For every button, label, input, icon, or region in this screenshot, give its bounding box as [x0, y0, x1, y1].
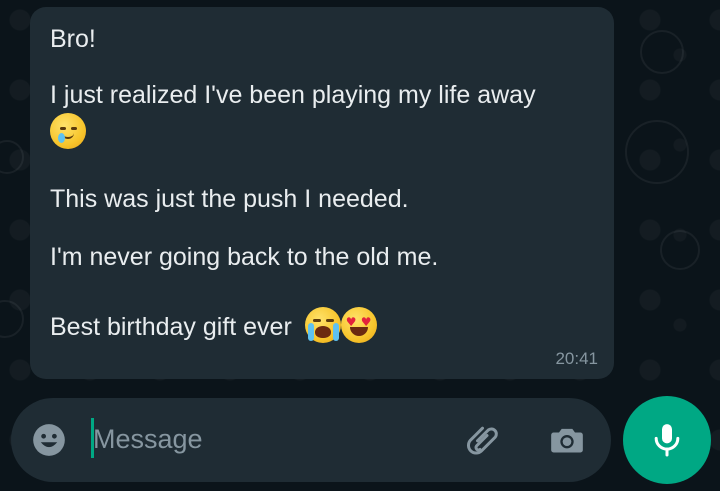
wallpaper-doodle — [0, 140, 24, 174]
smiling-face-with-heart-eyes-icon: ♥ ♥ — [340, 307, 377, 343]
message-line-with-emojis: Best birthday gift ever ♥ ♥ — [50, 307, 594, 345]
wallpaper-doodle — [625, 120, 689, 184]
message-line: I just realized I've been playing my lif… — [50, 81, 536, 109]
message-line: Bro! — [50, 25, 96, 53]
smiley-icon — [33, 424, 65, 456]
message-emoji-row — [50, 113, 594, 153]
camera-button[interactable] — [545, 418, 589, 462]
attach-button[interactable] — [463, 418, 507, 462]
voice-message-button[interactable] — [623, 396, 711, 484]
message-line: I'm never going back to the old me. — [50, 243, 439, 271]
message-text: Best birthday gift ever — [50, 313, 292, 341]
message-line: This was just the push I needed. — [50, 185, 409, 213]
microphone-icon — [654, 424, 680, 457]
wallpaper-doodle — [0, 300, 24, 338]
wallpaper-doodle — [660, 230, 700, 270]
camera-icon — [551, 428, 583, 453]
message-input[interactable] — [93, 416, 453, 462]
message-timestamp: 20:41 — [555, 349, 598, 368]
loudly-crying-face-icon — [304, 307, 341, 343]
message-composer — [11, 398, 611, 482]
face-holding-back-tears-icon — [50, 113, 86, 149]
incoming-message-bubble[interactable]: Bro! I just realized I've been playing m… — [30, 7, 614, 379]
wallpaper-doodle — [640, 30, 684, 74]
paperclip-icon — [467, 426, 498, 455]
emoji-button[interactable] — [29, 420, 69, 460]
